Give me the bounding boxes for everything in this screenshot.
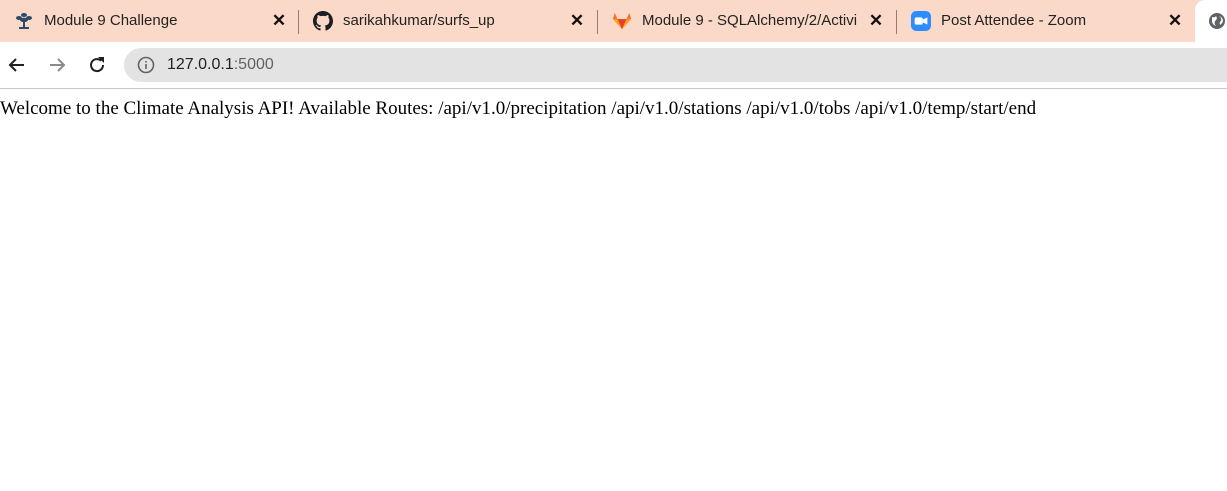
tab-github-surfs-up[interactable]: sarikahkumar/surfs_up ✕ [299, 0, 597, 42]
address-bar[interactable]: 127.0.0.1:5000 [124, 48, 1227, 82]
globe-icon [1207, 11, 1227, 31]
tab-title: Post Attendee - Zoom [941, 12, 1087, 29]
url-host: 127.0.0.1 [167, 56, 234, 73]
tab-title: sarikahkumar/surfs_up [343, 12, 495, 29]
forward-arrow-icon[interactable] [45, 53, 69, 77]
zoom-icon [911, 11, 931, 31]
close-icon[interactable]: ✕ [1166, 12, 1184, 30]
back-arrow-icon[interactable] [5, 53, 29, 77]
tab-active-localhost[interactable] [1195, 0, 1227, 42]
tab-module-9-challenge[interactable]: Module 9 Challenge ✕ [0, 0, 298, 42]
gitlab-icon [612, 11, 632, 31]
toolbar-divider [0, 88, 1227, 89]
url-port: :5000 [233, 56, 274, 73]
tab-title: Module 9 - SQLAlchemy/2/Activi [642, 12, 858, 29]
tab-strip: Module 9 Challenge ✕ sarikahkumar/surfs_… [0, 0, 1227, 42]
info-icon[interactable] [137, 56, 155, 74]
tab-gitlab-sqlalchemy[interactable]: Module 9 - SQLAlchemy/2/Activi ✕ [598, 0, 896, 42]
close-icon[interactable]: ✕ [867, 12, 885, 30]
tab-zoom-post-attendee[interactable]: Post Attendee - Zoom ✕ [897, 0, 1195, 42]
browser-toolbar: 127.0.0.1:5000 [0, 42, 1227, 88]
page-body-text: Welcome to the Climate Analysis API! Ava… [0, 98, 1037, 119]
close-icon[interactable]: ✕ [270, 12, 288, 30]
bootcamp-logo-icon [14, 11, 34, 31]
reload-icon[interactable] [85, 53, 109, 77]
url-text[interactable]: 127.0.0.1:5000 [167, 56, 274, 74]
close-icon[interactable]: ✕ [568, 12, 586, 30]
github-icon [313, 11, 333, 31]
tab-title: Module 9 Challenge [44, 12, 178, 29]
